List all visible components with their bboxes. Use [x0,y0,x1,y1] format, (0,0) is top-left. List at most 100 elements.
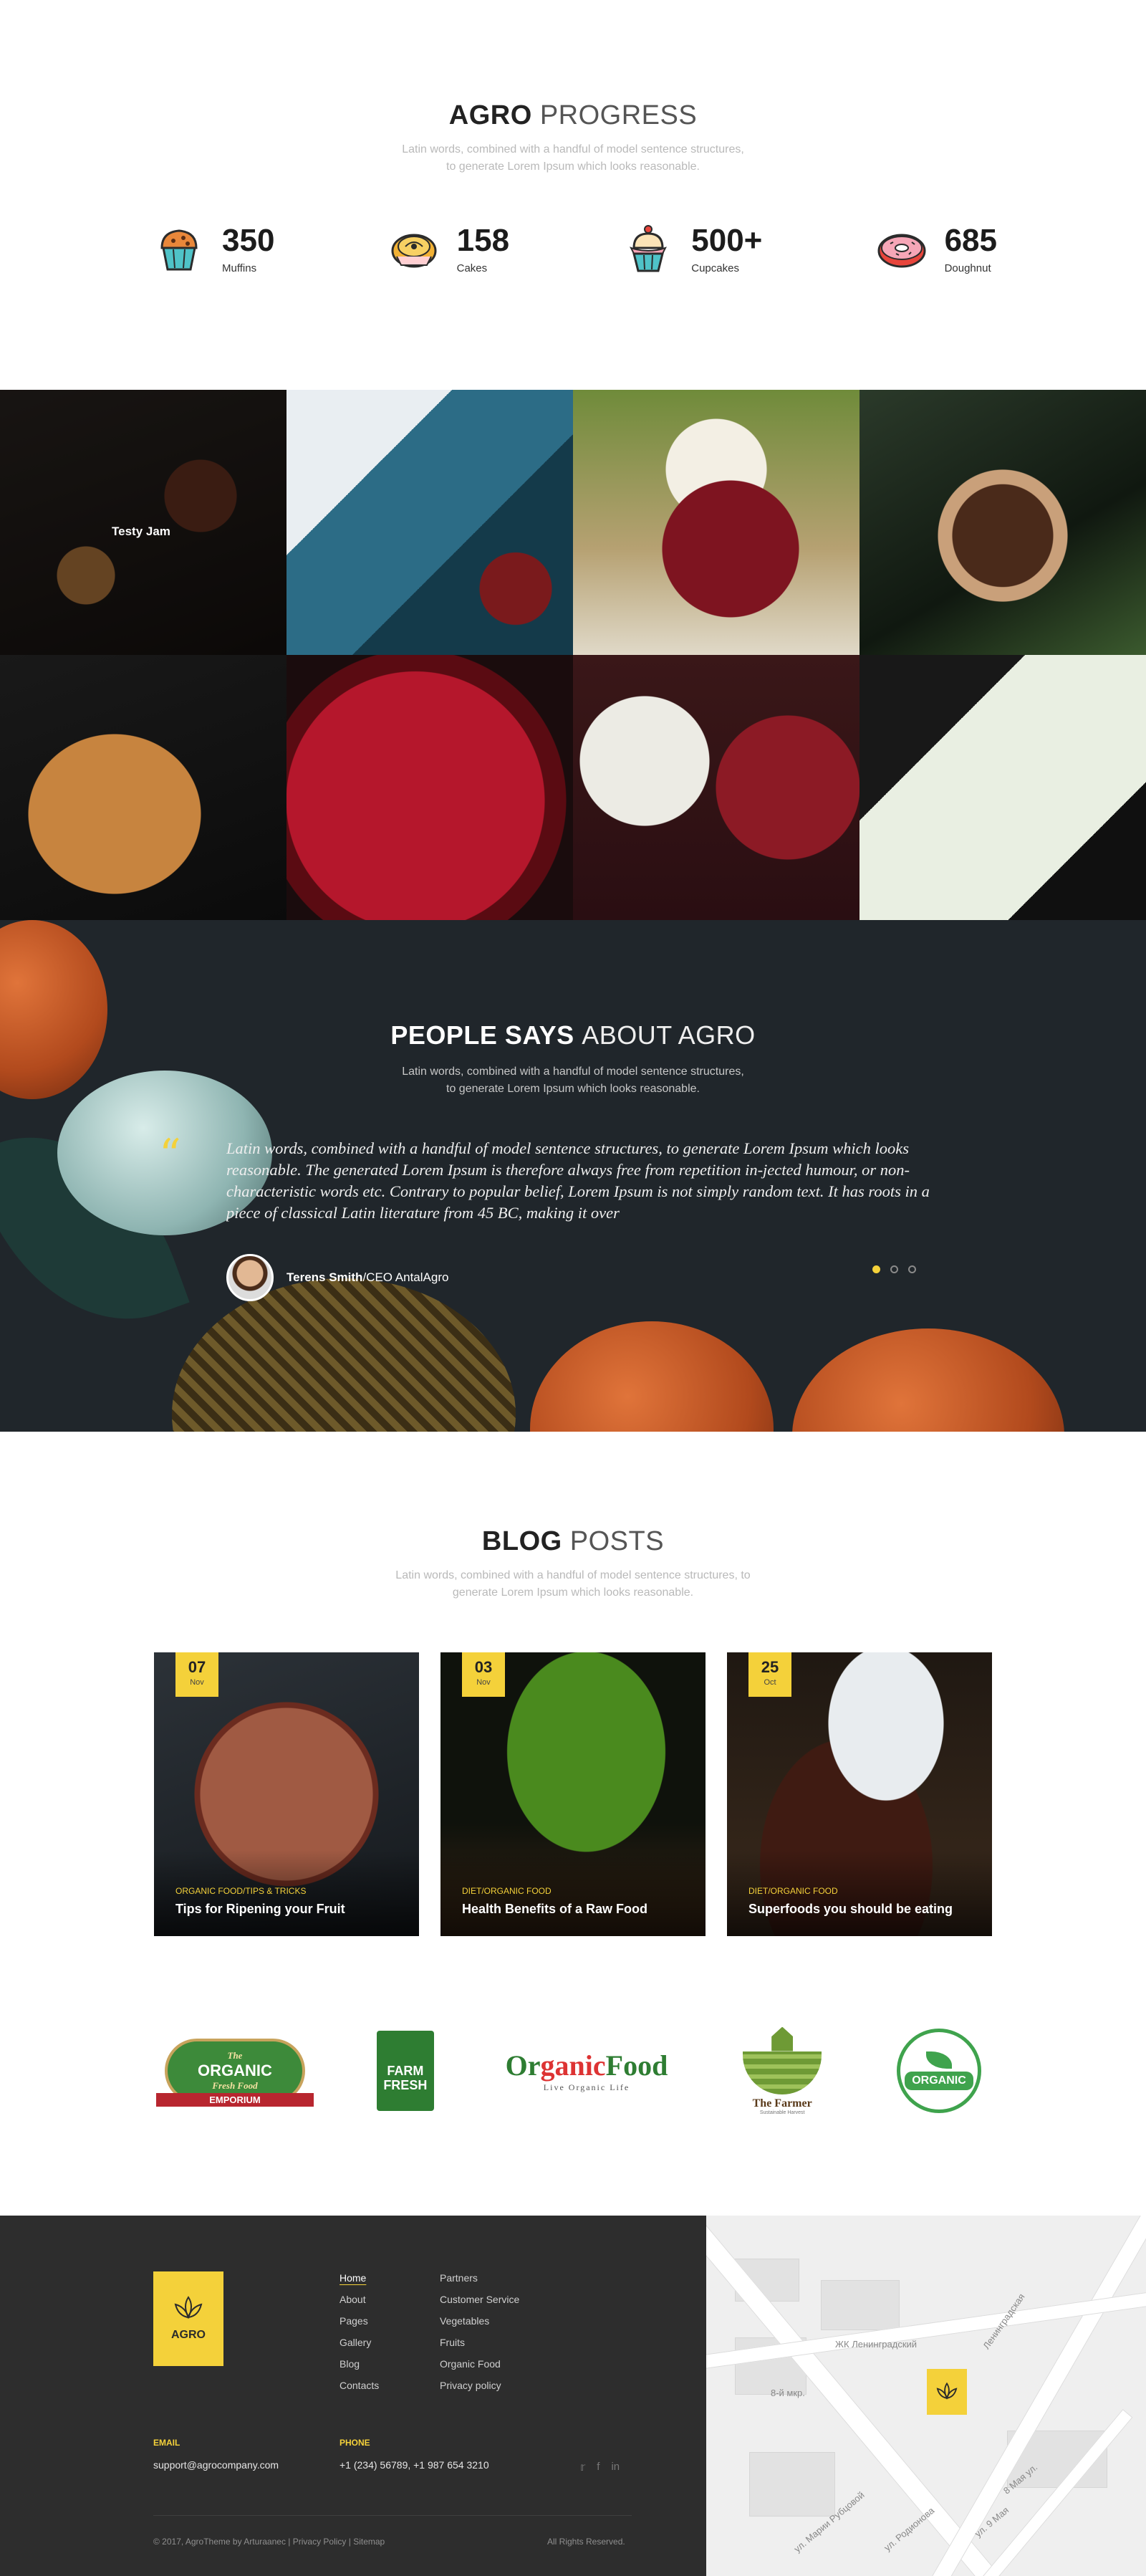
blog-title-light: POSTS [569,1526,665,1556]
slider-dots [872,1265,916,1273]
testimonials-section: PEOPLE SAYS ABOUT AGRO Latin words, comb… [0,920,1146,1432]
copyright-text: © 2017, AgroTheme by Arturaanec | Privac… [153,2537,385,2547]
testimonial-author: Terens Smith/CEO AntalAgro [226,1254,448,1301]
post-category[interactable]: Diet/Organic Food [748,1886,838,1896]
logo-text: ganic [540,2049,606,2082]
progress-title-light: PROGRESS [539,100,698,130]
email-link[interactable]: support@agrocompany.com [153,2459,279,2471]
gallery-item[interactable] [286,390,573,655]
gallery-item[interactable] [573,390,860,655]
social-links: 𝕣 f in [580,2461,620,2474]
slider-dot-1[interactable] [872,1265,880,1273]
partner-logos: The ORGANIC Fresh Food EMPORIUM FARM FRE… [156,2021,981,2121]
post-category[interactable]: Diet/Organic Food [462,1886,552,1896]
footer-link-vegetables[interactable]: Vegetables [440,2310,519,2332]
location-map[interactable]: ЖК Ленинградский Ленинградская 8-й мкр. … [706,2216,1146,2576]
blog-post-card[interactable]: 03 Nov Diet/Organic Food Health Benefits… [440,1652,706,1936]
field-icon [743,2051,822,2094]
map-label: ул. Родионова [882,2504,937,2554]
gallery-item-jam[interactable]: Testy Jam [0,390,286,655]
blog-post-card[interactable]: 25 Oct Diet/Organic Food Superfoods you … [727,1652,992,1936]
stat-label: Cakes [456,262,488,274]
partner-logo-the-farmer[interactable]: The Farmer Sustainable Harvest [739,2026,825,2115]
map-label: ЖК Ленинградский [835,2339,918,2350]
blog-title-bold: BLOG [481,1526,562,1556]
blog-post-card[interactable]: 07 Nov Organic Food/Tips & Tricks Tips f… [154,1652,419,1936]
leaf-icon [926,2051,952,2069]
logo-text: Or [505,2049,541,2082]
footer-link-pages[interactable]: Pages [340,2310,379,2332]
gallery-item[interactable] [860,655,1146,920]
stat-label: Cupcakes [691,262,739,274]
post-month: Nov [476,1678,491,1687]
slider-dot-2[interactable] [890,1265,898,1273]
twitter-icon[interactable]: 𝕣 [580,2461,585,2474]
gallery-item[interactable] [573,655,860,920]
lotus-icon [936,2382,958,2400]
footer-link-partners[interactable]: Partners [440,2267,519,2289]
footer-link-privacy-policy[interactable]: Privacy policy [440,2375,519,2396]
footer-link-about[interactable]: About [340,2289,379,2310]
partner-logo-farm-fresh[interactable]: FARM FRESH [376,2021,434,2111]
muffin-icon [160,229,198,271]
partner-logo-organic-food[interactable]: OrganicFood Live Organic Life [506,2049,668,2093]
post-title[interactable]: Tips for Ripening your Fruit [175,1902,345,1917]
barn-icon [771,2026,794,2051]
gallery-grid: Testy Jam [0,390,1146,920]
testimonials-title-light: ABOUT AGRO [582,1020,756,1050]
post-title[interactable]: Superfoods you should be eating [748,1902,953,1917]
post-category[interactable]: Organic Food/Tips & Tricks [175,1886,306,1896]
blog-subtitle-line2: generate Lorem Ipsum which looks reasona… [452,1586,694,1599]
stat-value: 500+ [691,222,763,258]
footer-link-contacts[interactable]: Contacts [340,2375,379,2396]
email-label: Email [153,2438,180,2448]
facebook-icon[interactable]: f [597,2461,600,2474]
logo-text: FRESH [383,2078,428,2092]
gallery-item[interactable] [860,390,1146,655]
slider-dot-3[interactable] [908,1265,916,1273]
logo-text: EMPORIUM [156,2093,314,2107]
page: AGRO PROGRESS Latin words, combined with… [0,0,1146,2576]
post-day: 03 [474,1658,493,1676]
stat-value: 350 [222,222,275,258]
post-month: Oct [764,1678,776,1687]
footer-link-home[interactable]: Home [340,2267,379,2289]
partner-logo-organic-emporium[interactable]: The ORGANIC Fresh Food EMPORIUM [156,2039,314,2107]
logo-text: Food [605,2049,668,2082]
logo-text: The Farmer [752,2097,812,2110]
progress-subtitle: Latin words, combined with a handful of … [0,141,1146,176]
post-month: Nov [190,1678,204,1687]
progress-subtitle-line2: to generate Lorem Ipsum which looks reas… [446,161,700,173]
blog-title: BLOG POSTS [0,1526,1146,1557]
gallery-item[interactable] [286,655,573,920]
cake-icon [391,234,437,268]
footer-link-fruits[interactable]: Fruits [440,2332,519,2353]
progress-title-bold: AGRO [448,100,532,130]
footer-logo[interactable]: AGRO [153,2271,223,2366]
footer-link-blog[interactable]: Blog [340,2353,379,2375]
logo-text: Fresh Food [212,2080,258,2091]
map-block [749,2452,835,2517]
post-title[interactable]: Health Benefits of a Raw Food [462,1902,647,1917]
footer-brand-name: AGRO [171,2329,206,2341]
testimonials-subtitle: Latin words, combined with a handful of … [0,1063,1146,1098]
footer-link-gallery[interactable]: Gallery [340,2332,379,2353]
progress-subtitle-line1: Latin words, combined with a handful of … [402,143,744,155]
post-day: 25 [761,1658,779,1676]
lotus-icon [174,2296,203,2319]
footer-link-customer-service[interactable]: Customer Service [440,2289,519,2310]
stats-row: 350 Muffins 158 Cakes 500+ Cupcakes 685 … [152,222,997,277]
logo-text: ORGANIC [198,2062,272,2079]
map-pin[interactable] [927,2369,967,2415]
testimonials-title: PEOPLE SAYS ABOUT AGRO [0,1020,1146,1050]
linkedin-icon[interactable]: in [611,2461,620,2474]
stat-label: Muffins [222,262,257,274]
partner-logo-organic-badge[interactable]: ORGANIC [897,2029,981,2113]
footer-link-organic-food[interactable]: Organic Food [440,2353,519,2375]
author-role: /CEO AntalAgro [362,1270,449,1284]
footer: AGRO Home About Pages Gallery Blog Conta… [0,2216,706,2576]
post-date-badge: 03 Nov [462,1652,505,1697]
gallery-item[interactable] [0,655,286,920]
phone-numbers: +1 (234) 56789, +1 987 654 3210 [340,2459,489,2471]
post-date-badge: 25 Oct [748,1652,791,1697]
